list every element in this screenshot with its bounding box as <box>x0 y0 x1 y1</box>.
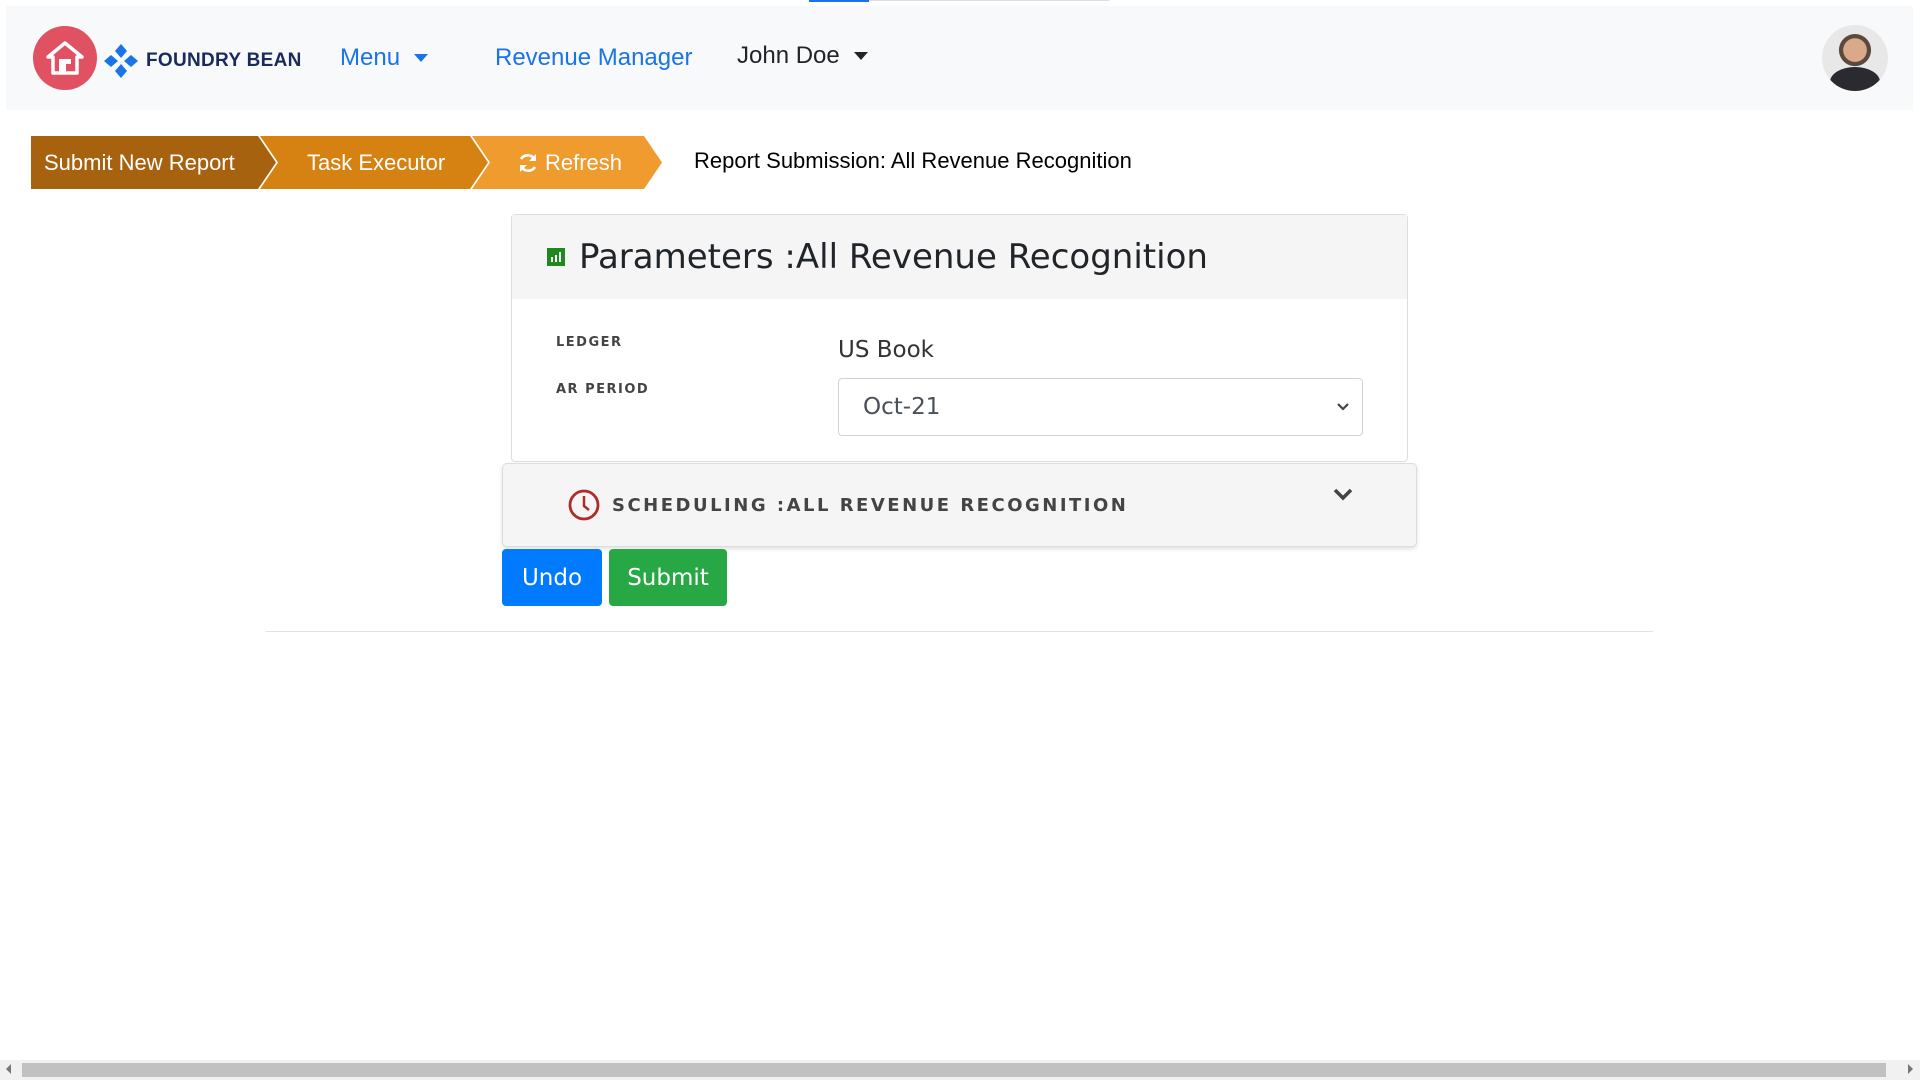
divider <box>266 631 1653 632</box>
home-icon <box>46 41 84 75</box>
tab-indicator-track <box>869 0 1109 1</box>
diamond-logo-icon <box>104 44 138 78</box>
chevron-down-icon[interactable] <box>1333 488 1353 502</box>
revenue-manager-link[interactable]: Revenue Manager <box>495 44 692 72</box>
parameters-header: Parameters :All Revenue Recognition <box>512 215 1407 299</box>
chart-icon <box>547 248 565 266</box>
breadcrumb-task-executor[interactable]: Task Executor <box>260 136 488 189</box>
user-name: John Doe <box>737 42 840 69</box>
menu-label: Menu <box>340 44 401 71</box>
menu-dropdown[interactable]: Menu <box>340 44 429 72</box>
ledger-value: US Book <box>838 337 934 363</box>
revenue-manager-label: Revenue Manager <box>495 44 693 71</box>
breadcrumb-label: Refresh <box>545 149 623 175</box>
caret-down-icon <box>414 54 429 62</box>
submit-button[interactable]: Submit <box>609 549 727 606</box>
ar-period-label: AR PERIOD <box>556 382 650 397</box>
refresh-icon <box>517 152 539 174</box>
breadcrumb-label: Task Executor <box>307 149 446 175</box>
undo-button[interactable]: Undo <box>502 549 602 606</box>
scroll-left-icon[interactable] <box>6 1064 11 1074</box>
scheduling-panel[interactable]: SCHEDULING :ALL REVENUE RECOGNITION <box>502 463 1417 547</box>
avatar[interactable] <box>1822 25 1888 91</box>
scrollbar-thumb[interactable] <box>22 1063 1886 1077</box>
home-button[interactable] <box>33 26 97 90</box>
caret-down-icon <box>853 52 868 60</box>
ar-period-value: Oct-21 <box>863 394 941 420</box>
scheduling-title: SCHEDULING :ALL REVENUE RECOGNITION <box>612 494 1129 516</box>
parameters-title: Parameters :All Revenue Recognition <box>579 237 1208 277</box>
chevron-down-icon <box>1337 403 1349 411</box>
scroll-right-icon[interactable] <box>1908 1064 1913 1074</box>
tab-indicator <box>809 0 869 2</box>
breadcrumb-submit-new-report[interactable]: Submit New Report <box>31 136 276 189</box>
page-title: Report Submission: All Revenue Recogniti… <box>694 148 1132 173</box>
brand-logo[interactable]: FOUNDRY BEAN <box>104 44 302 78</box>
breadcrumb-refresh[interactable]: Refresh <box>472 136 662 189</box>
brand-name: FOUNDRY BEAN <box>146 50 302 71</box>
user-dropdown[interactable]: John Doe <box>737 42 868 70</box>
ar-period-select[interactable]: Oct-21 <box>838 378 1363 436</box>
clock-icon <box>568 489 600 521</box>
breadcrumb-label: Submit New Report <box>44 149 235 175</box>
ledger-label: LEDGER <box>556 335 623 350</box>
